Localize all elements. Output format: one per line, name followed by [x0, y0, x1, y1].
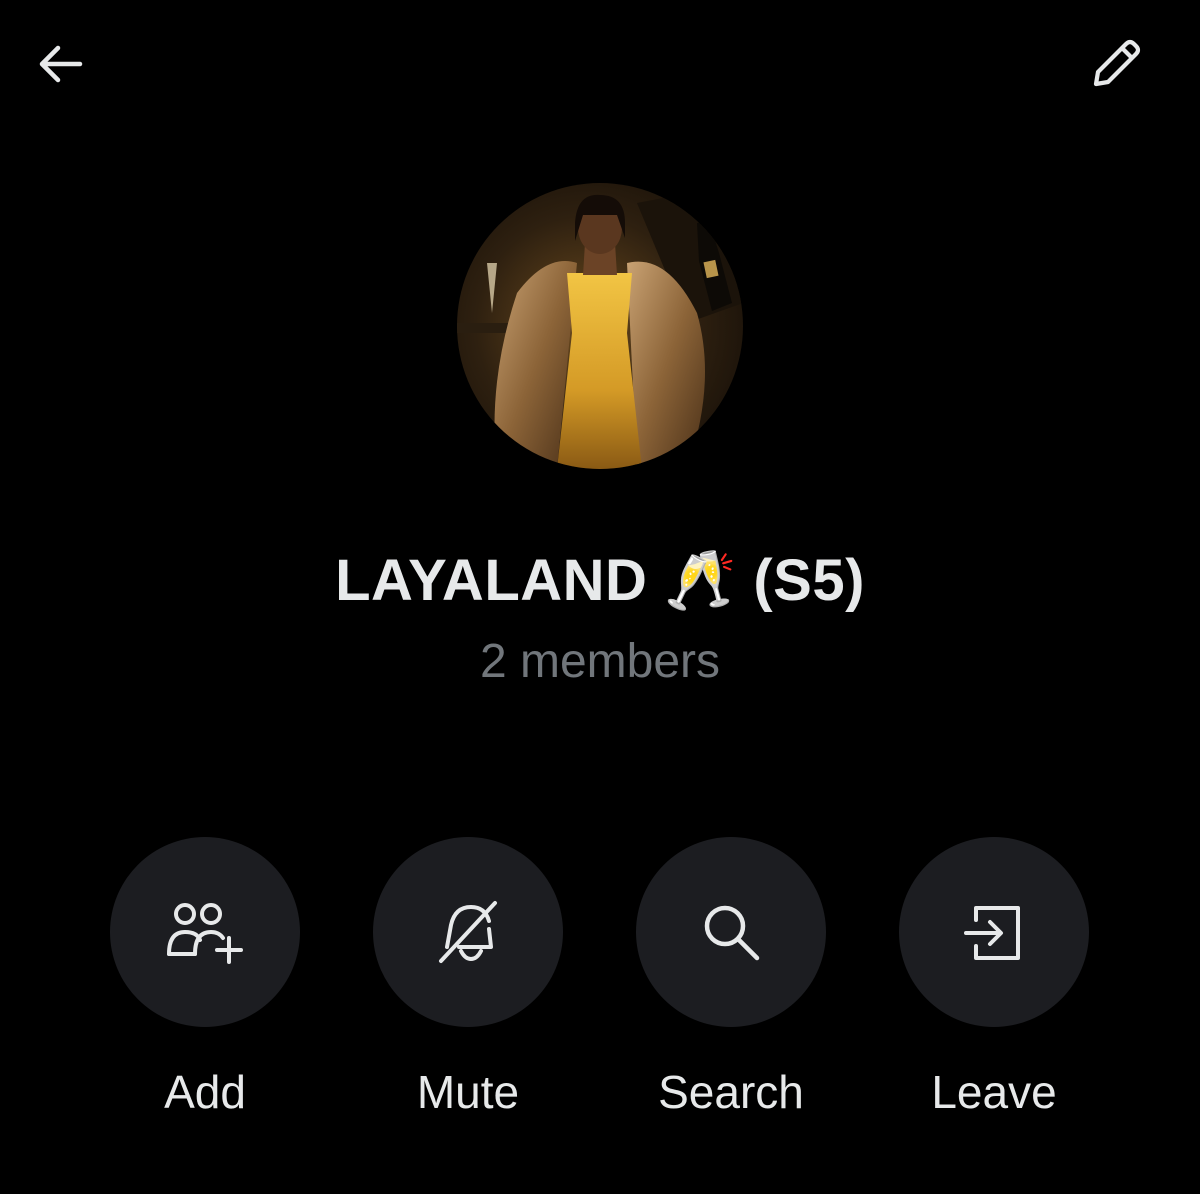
bell-off-icon [439, 901, 497, 963]
add-people-icon [167, 903, 243, 964]
leave-icon [964, 906, 1020, 960]
search-icon [704, 905, 760, 961]
group-avatar[interactable] [457, 183, 743, 469]
group-avatar-photo [457, 183, 743, 469]
group-name: LAYALAND 🥂 (S5) [335, 548, 865, 613]
leave-button[interactable] [899, 837, 1089, 1027]
arrow-left-icon [39, 45, 83, 83]
leave-action: Leave [899, 837, 1089, 1119]
back-button[interactable] [24, 28, 96, 100]
search-action: Search [636, 837, 826, 1119]
search-label: Search [658, 1066, 804, 1118]
add-label: Add [164, 1066, 246, 1118]
add-action: Add [110, 837, 300, 1119]
search-button[interactable] [636, 837, 826, 1027]
member-count[interactable]: 2 members [0, 634, 1200, 690]
mute-label: Mute [416, 1066, 520, 1118]
edit-button[interactable] [1080, 28, 1152, 100]
mute-action: Mute [373, 837, 563, 1119]
mute-button[interactable] [373, 837, 563, 1027]
pencil-icon [1093, 39, 1141, 87]
leave-label: Leave [931, 1066, 1057, 1118]
add-button[interactable] [110, 837, 300, 1027]
